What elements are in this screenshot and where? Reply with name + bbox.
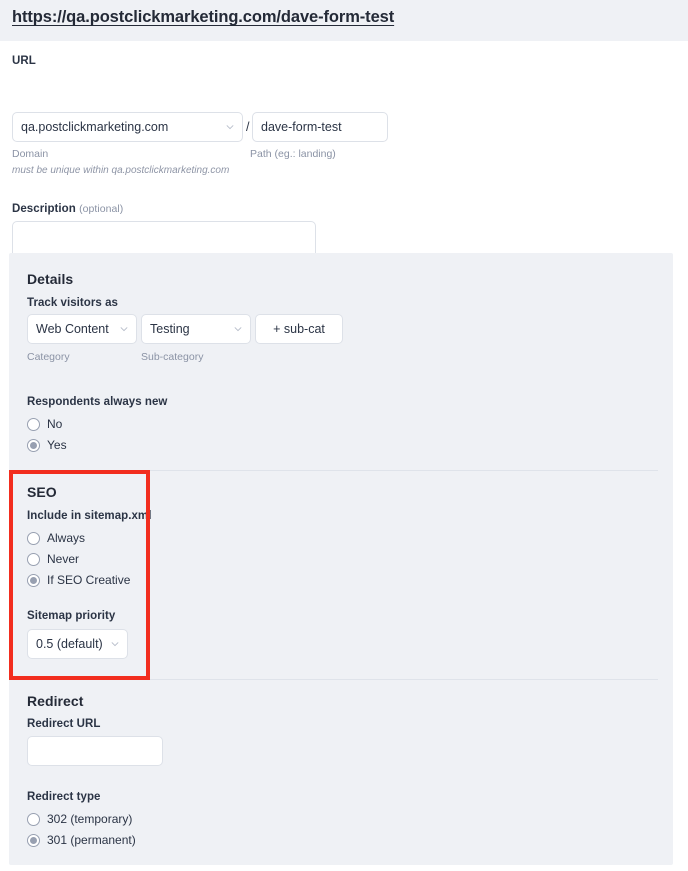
radio-respondents-no[interactable]: No [27, 415, 62, 433]
divider-redirect [27, 679, 658, 680]
chevron-down-icon [226, 123, 234, 131]
path-input-value: dave-form-test [261, 120, 342, 134]
include-in-sitemap-label: Include in sitemap.xml [27, 510, 152, 522]
radio-circle-icon [27, 531, 40, 545]
radio-label: 302 (temporary) [47, 812, 133, 826]
path-input[interactable]: dave-form-test [252, 112, 388, 142]
radio-label: Never [47, 552, 80, 566]
radio-sitemap-never[interactable]: Never [27, 550, 79, 568]
radio-sitemap-if-seo-creative[interactable]: If SEO Creative [27, 571, 130, 589]
page-header: https://qa.postclickmarketing.com/dave-f… [0, 0, 688, 41]
category-hint: Category [27, 351, 70, 363]
seo-section-title: SEO [27, 484, 57, 500]
radio-label: Always [47, 531, 86, 545]
respondents-always-new-label: Respondents always new [27, 396, 168, 408]
path-hint: Path (eg.: landing) [250, 148, 336, 160]
sitemap-priority-value: 0.5 (default) [36, 637, 103, 651]
url-separator: / [246, 120, 250, 134]
page-title-link[interactable]: https://qa.postclickmarketing.com/dave-f… [12, 8, 394, 27]
subcategory-hint: Sub-category [141, 351, 204, 363]
chevron-down-icon [111, 640, 119, 648]
radio-redirect-302[interactable]: 302 (temporary) [27, 810, 132, 828]
radio-label: If SEO Creative [47, 573, 131, 587]
redirect-section-title: Redirect [27, 693, 84, 709]
redirect-url-label: Redirect URL [27, 718, 101, 730]
subcategory-select[interactable]: Testing [141, 314, 251, 344]
radio-circle-checked-icon [27, 833, 40, 847]
url-form-section: URL qa.postclickmarketing.com / dave-for… [0, 41, 688, 268]
category-select-value: Web Content [36, 322, 109, 336]
radio-circle-checked-icon [27, 438, 40, 452]
radio-circle-icon [27, 552, 40, 566]
divider-seo [27, 470, 658, 471]
radio-circle-icon [27, 812, 40, 826]
category-select[interactable]: Web Content [27, 314, 137, 344]
description-optional-text: (optional) [79, 203, 124, 215]
redirect-type-label: Redirect type [27, 791, 101, 803]
chevron-down-icon [120, 325, 128, 333]
description-label-text: Description [12, 203, 76, 215]
add-subcategory-button[interactable]: + sub-cat [255, 314, 343, 344]
radio-sitemap-always[interactable]: Always [27, 529, 85, 547]
radio-label: No [47, 417, 63, 431]
radio-respondents-yes[interactable]: Yes [27, 436, 67, 454]
chevron-down-icon [234, 325, 242, 333]
details-section-title: Details [27, 271, 74, 287]
description-label: Description (optional) [12, 203, 123, 215]
settings-panel: Details Track visitors as Web Content Te… [9, 253, 673, 865]
domain-select[interactable]: qa.postclickmarketing.com [12, 112, 243, 142]
sitemap-priority-label: Sitemap priority [27, 610, 116, 622]
radio-label: 301 (permanent) [47, 833, 136, 847]
radio-label: Yes [47, 438, 67, 452]
url-label: URL [12, 55, 36, 67]
page-root: https://qa.postclickmarketing.com/dave-f… [0, 0, 688, 871]
sitemap-priority-select[interactable]: 0.5 (default) [27, 629, 128, 659]
subcategory-select-value: Testing [150, 322, 190, 336]
radio-circle-checked-icon [27, 573, 40, 587]
redirect-url-input[interactable] [27, 736, 163, 766]
domain-hint: Domain [12, 148, 49, 160]
unique-constraint-hint: must be unique within qa.postclickmarket… [12, 165, 230, 176]
track-visitors-label: Track visitors as [27, 297, 118, 309]
radio-circle-icon [27, 417, 40, 431]
domain-select-value: qa.postclickmarketing.com [21, 120, 169, 134]
radio-redirect-301[interactable]: 301 (permanent) [27, 831, 136, 849]
